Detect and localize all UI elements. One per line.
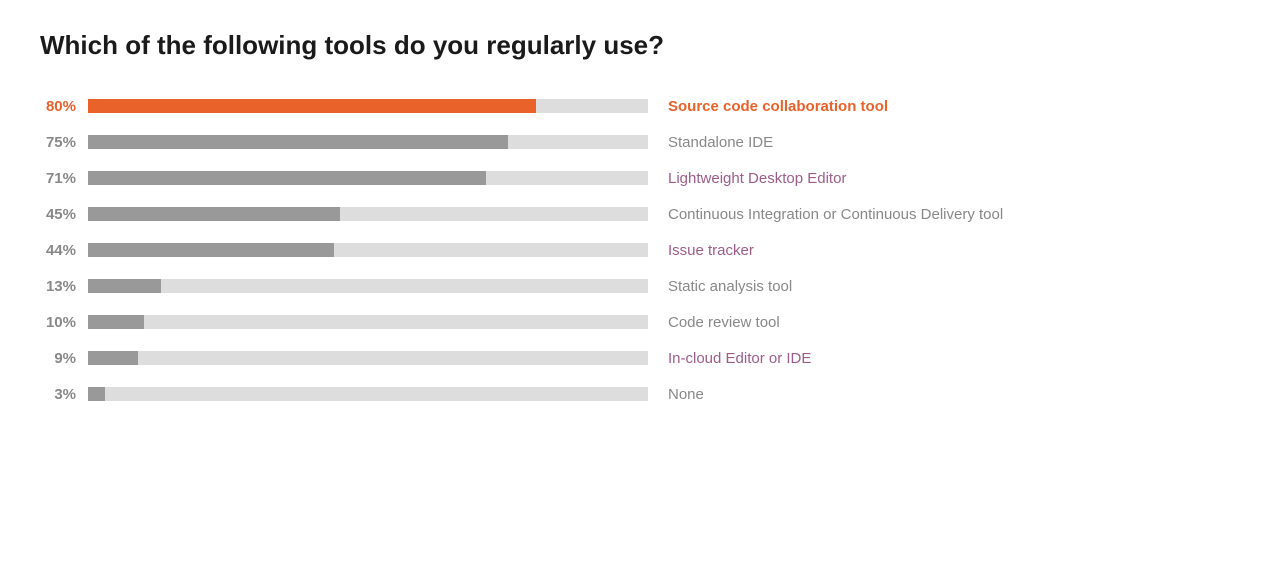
bar-track (88, 315, 648, 329)
tool-label: Lightweight Desktop Editor (668, 170, 846, 187)
pct-label: 75% (40, 134, 88, 151)
bar-track (88, 387, 648, 401)
tool-label: Standalone IDE (668, 134, 773, 151)
bar-row: 44% Issue tracker (40, 235, 1226, 265)
bar-fill (88, 207, 340, 221)
tool-label: In-cloud Editor or IDE (668, 350, 811, 367)
bar-track (88, 279, 648, 293)
bar-track (88, 207, 648, 221)
bar-row: 9% In-cloud Editor or IDE (40, 343, 1226, 373)
bar-track (88, 171, 648, 185)
bar-row: 71% Lightweight Desktop Editor (40, 163, 1226, 193)
tool-label: Source code collaboration tool (668, 98, 888, 115)
tool-label: Static analysis tool (668, 278, 792, 295)
bar-fill (88, 279, 161, 293)
pct-label: 9% (40, 350, 88, 367)
tool-label: Code review tool (668, 314, 780, 331)
pct-label: 71% (40, 170, 88, 187)
bar-track (88, 99, 648, 113)
bar-row: 3% None (40, 379, 1226, 409)
bar-fill (88, 387, 105, 401)
bar-row: 45% Continuous Integration or Continuous … (40, 199, 1226, 229)
pct-label: 10% (40, 314, 88, 331)
bar-chart: 80% Source code collaboration tool 75% Stan… (40, 91, 1226, 415)
pct-label: 13% (40, 278, 88, 295)
tool-label: Continuous Integration or Continuous Del… (668, 206, 1003, 223)
pct-label: 3% (40, 386, 88, 403)
pct-label: 45% (40, 206, 88, 223)
bar-fill (88, 171, 486, 185)
bar-row: 10% Code review tool (40, 307, 1226, 337)
tool-label: Issue tracker (668, 242, 754, 259)
pct-label: 80% (40, 98, 88, 115)
bar-fill (88, 351, 138, 365)
bar-fill (88, 99, 536, 113)
bar-row: 75% Standalone IDE (40, 127, 1226, 157)
chart-title: Which of the following tools do you regu… (40, 30, 1226, 61)
bar-row: 13% Static analysis tool (40, 271, 1226, 301)
pct-label: 44% (40, 242, 88, 259)
bar-track (88, 351, 648, 365)
bar-track (88, 135, 648, 149)
bar-fill (88, 135, 508, 149)
bar-track (88, 243, 648, 257)
tool-label: None (668, 386, 704, 403)
bar-fill (88, 243, 334, 257)
bar-fill (88, 315, 144, 329)
bar-row: 80% Source code collaboration tool (40, 91, 1226, 121)
